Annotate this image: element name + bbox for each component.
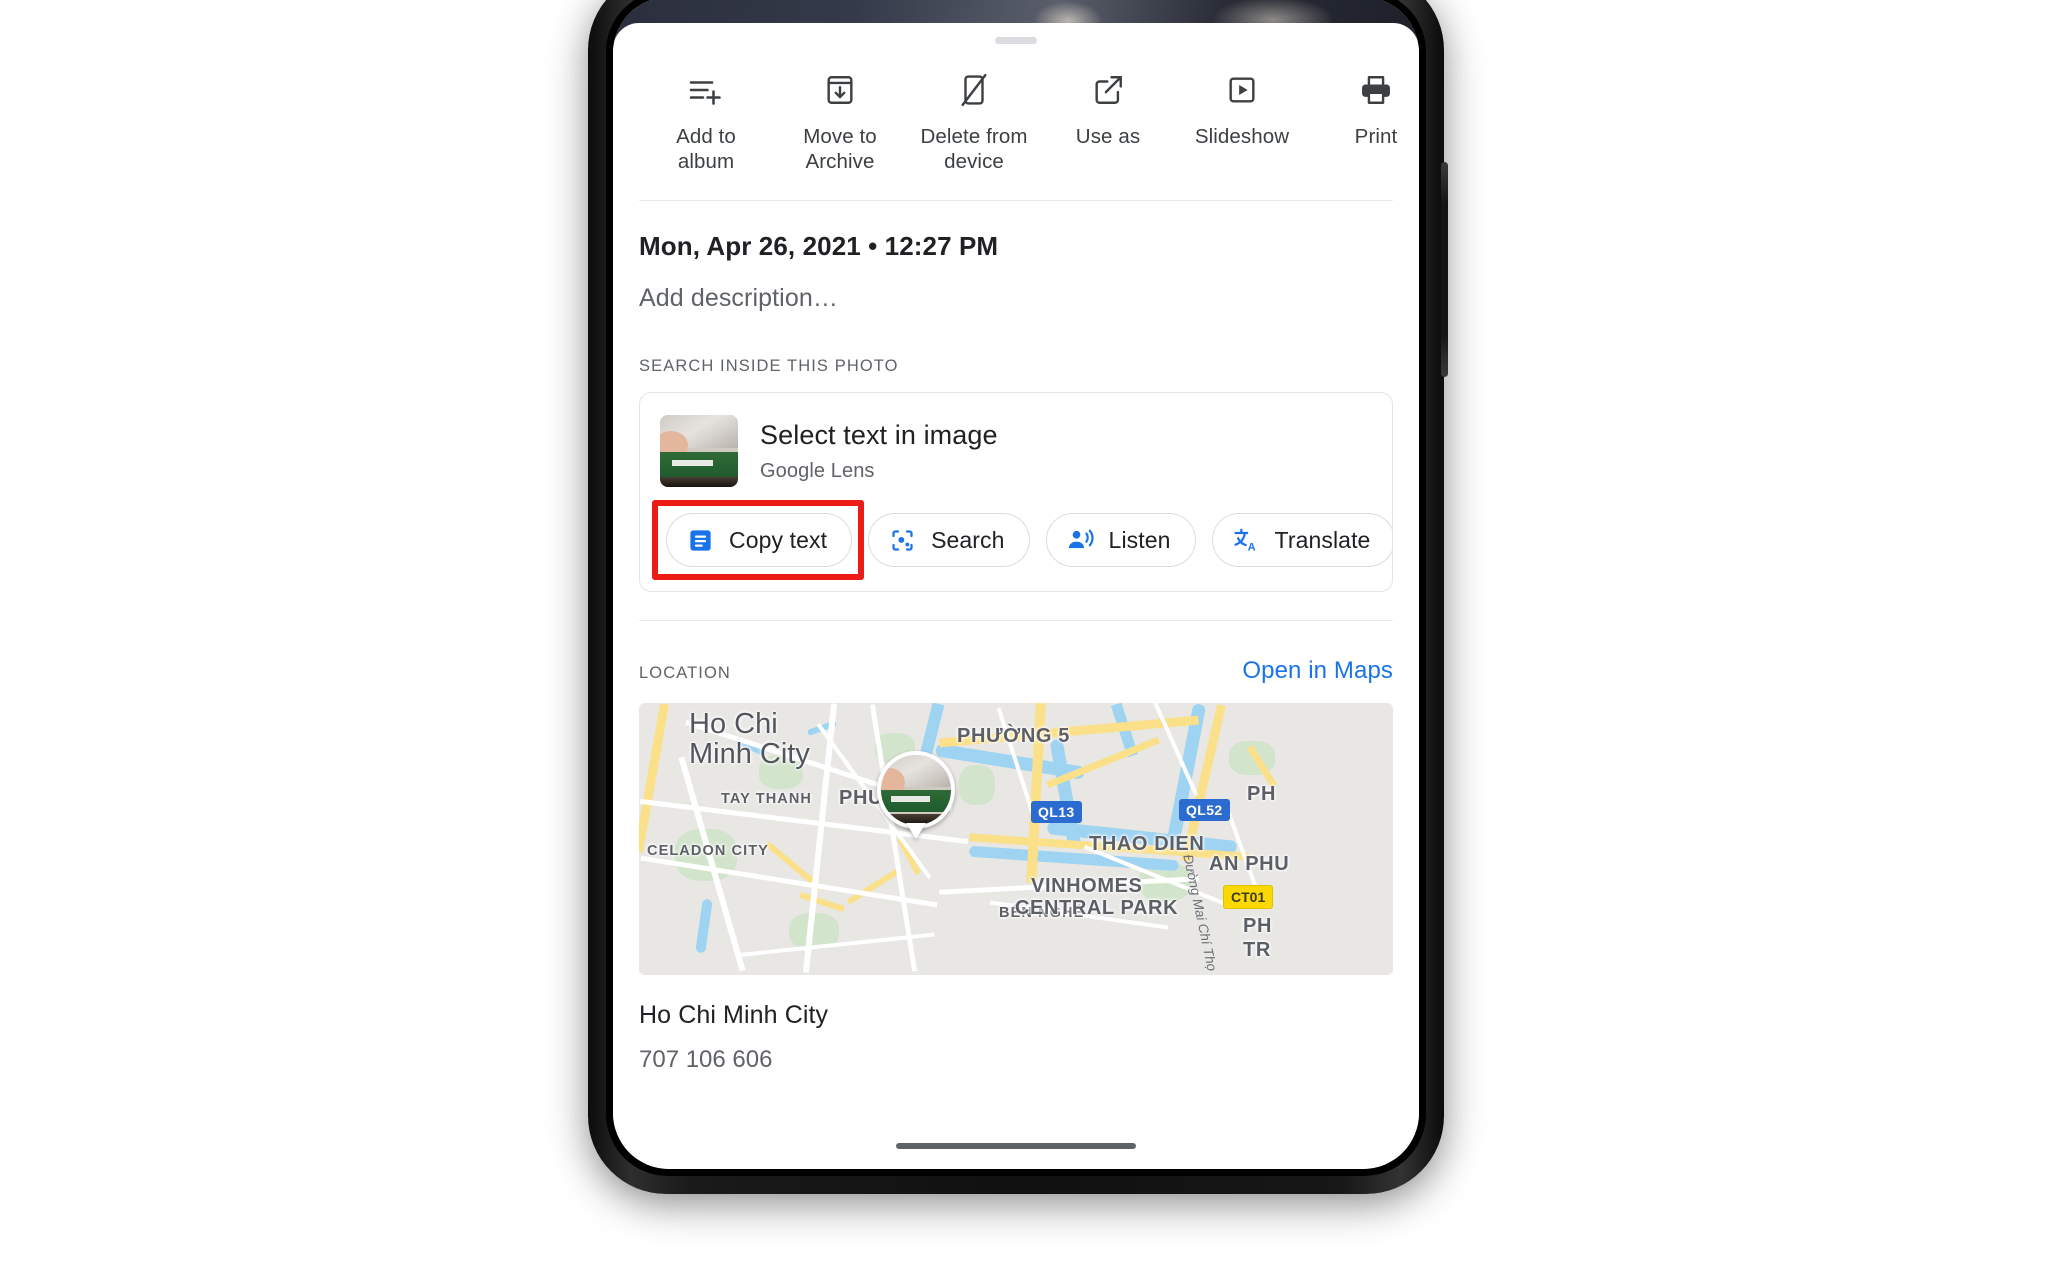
location-map[interactable]: Ho Chi Minh City TAY THANH CELADON CITY PHƯ… — [639, 703, 1393, 975]
printer-icon — [1359, 68, 1393, 112]
chip-label: Listen — [1108, 526, 1171, 553]
action-move-to-archive[interactable]: Move to Archive — [773, 68, 907, 174]
action-label: Add to album — [676, 125, 736, 173]
location-coordinates: 707 106 606 — [639, 1046, 773, 1073]
map-label: VINHOMES — [1031, 875, 1143, 897]
phone-bezel: Add to album Move to Archive Delete from… — [606, 0, 1426, 1176]
location-name: Ho Chi Minh City — [639, 1001, 829, 1029]
map-label: TR — [1243, 939, 1271, 961]
photo-thumbnail — [660, 415, 738, 487]
map-label: AN PHU — [1209, 853, 1290, 875]
sheet-drag-handle[interactable] — [995, 37, 1037, 44]
side-button[interactable] — [1441, 162, 1448, 377]
map-label: PH — [1247, 783, 1276, 805]
phone-screen: Add to album Move to Archive Delete from… — [613, 0, 1419, 1169]
phone-slash-icon — [957, 68, 991, 112]
action-label: Slideshow — [1194, 125, 1290, 148]
action-delete-from-device[interactable]: Delete from device — [907, 68, 1041, 174]
lens-card-text: Select text in image Google Lens — [760, 420, 998, 483]
map-label: PH — [1243, 915, 1272, 937]
lens-section: SEARCH INSIDE THIS PHOTO Select text in … — [613, 313, 1419, 592]
map-label: CELADON CITY — [647, 843, 769, 859]
copy-text-chip-wrapper: Copy text — [652, 500, 864, 580]
location-section-title: LOCATION — [639, 664, 731, 682]
action-label: Print — [1354, 125, 1398, 148]
listen-icon — [1065, 525, 1095, 555]
lens-chip-row: Copy text Search Listen A Translate — [640, 491, 1392, 591]
chip-listen[interactable]: Listen — [1045, 513, 1196, 567]
action-label: Use as — [1075, 125, 1141, 148]
add-to-album-icon — [688, 68, 724, 112]
play-box-icon — [1225, 68, 1259, 112]
lens-search-icon — [887, 525, 917, 555]
chip-copy-text[interactable]: Copy text — [666, 513, 853, 567]
action-slideshow[interactable]: Slideshow — [1175, 68, 1309, 174]
action-row: Add to album Move to Archive Delete from… — [613, 44, 1419, 174]
translate-icon: A — [1231, 525, 1261, 555]
photo-detail-sheet: Add to album Move to Archive Delete from… — [613, 23, 1419, 1169]
action-label: Delete from device — [920, 125, 1028, 173]
map-route-shield: QL13 — [1031, 801, 1082, 823]
action-use-as[interactable]: Use as — [1041, 68, 1175, 174]
lens-title: Select text in image — [760, 419, 998, 450]
chip-label: Copy text — [729, 526, 828, 553]
lens-subtitle: Google Lens — [760, 459, 875, 482]
action-print[interactable]: Print — [1309, 68, 1419, 174]
lens-section-title: SEARCH INSIDE THIS PHOTO — [639, 357, 899, 375]
add-description-input[interactable]: Add description… — [639, 284, 1393, 313]
map-label: PHƯỜNG 5 — [957, 725, 1070, 747]
chip-search[interactable]: Search — [868, 513, 1030, 567]
map-label: CENTRAL PARK — [1015, 897, 1179, 919]
map-label: THAO DIEN — [1089, 833, 1205, 855]
phone-frame: Add to album Move to Archive Delete from… — [588, 0, 1448, 1194]
chip-label: Search — [931, 526, 1005, 553]
photo-meta: Mon, Apr 26, 2021 • 12:27 PM Add descrip… — [613, 201, 1419, 313]
map-route-shield: CT01 — [1223, 885, 1274, 909]
action-label: Move to Archive — [803, 125, 877, 173]
lens-card: Select text in image Google Lens Copy te… — [639, 392, 1393, 592]
svg-text:A: A — [1247, 542, 1255, 554]
photo-date: Mon, Apr 26, 2021 • 12:27 PM — [639, 231, 999, 261]
lens-card-header[interactable]: Select text in image Google Lens — [640, 393, 1392, 491]
open-in-maps-link[interactable]: Open in Maps — [1242, 657, 1393, 685]
location-header: LOCATION Open in Maps — [613, 621, 1419, 685]
map-city-label: Ho Chi Minh City — [689, 708, 810, 770]
archive-download-icon — [823, 68, 857, 112]
open-external-icon — [1091, 68, 1125, 112]
map-route-shield: QL52 — [1179, 799, 1230, 821]
chip-translate[interactable]: A Translate — [1211, 513, 1392, 567]
home-indicator[interactable] — [896, 1143, 1136, 1149]
map-label: TAY THANH — [721, 791, 813, 807]
copy-text-icon — [685, 525, 715, 555]
map-photo-pin[interactable] — [877, 751, 955, 839]
chip-label: Translate — [1274, 526, 1371, 553]
action-add-to-album[interactable]: Add to album — [639, 68, 773, 174]
